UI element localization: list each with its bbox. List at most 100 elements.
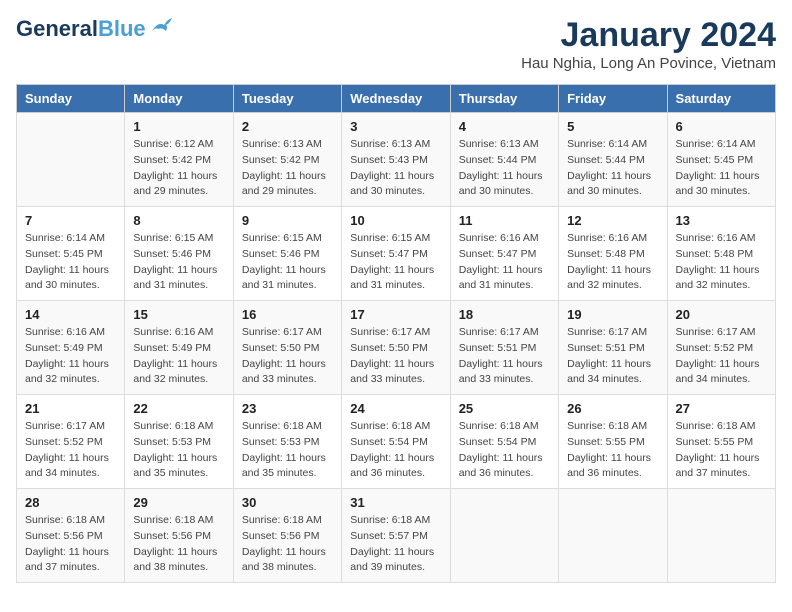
day-number: 24: [350, 401, 441, 416]
table-row: 5Sunrise: 6:14 AM Sunset: 5:44 PM Daylig…: [559, 113, 667, 207]
day-number: 28: [25, 495, 116, 510]
day-number: 17: [350, 307, 441, 322]
table-row: 15Sunrise: 6:16 AM Sunset: 5:49 PM Dayli…: [125, 301, 233, 395]
day-info: Sunrise: 6:18 AM Sunset: 5:53 PM Dayligh…: [242, 419, 333, 482]
table-row: [17, 113, 125, 207]
day-info: Sunrise: 6:18 AM Sunset: 5:56 PM Dayligh…: [242, 513, 333, 576]
col-friday: Friday: [559, 85, 667, 113]
table-row: 16Sunrise: 6:17 AM Sunset: 5:50 PM Dayli…: [233, 301, 341, 395]
title-section: January 2024 Hau Nghia, Long An Povince,…: [521, 16, 776, 72]
table-row: [559, 489, 667, 583]
table-row: 9Sunrise: 6:15 AM Sunset: 5:46 PM Daylig…: [233, 207, 341, 301]
table-row: 7 Sunrise: 6:14 AM Sunset: 5:45 PM Daylig…: [17, 207, 125, 301]
day-info: Sunrise: 6:18 AM Sunset: 5:56 PM Dayligh…: [25, 513, 116, 576]
table-row: 31 Sunrise: 6:18 AM Sunset: 5:57 PM Dayli…: [342, 489, 450, 583]
table-row: 1 Sunrise: 6:12 AM Sunset: 5:42 PM Daylig…: [125, 113, 233, 207]
table-row: 3 Sunrise: 6:13 AM Sunset: 5:43 PM Daylig…: [342, 113, 450, 207]
day-number: 13: [676, 213, 767, 228]
day-info: Sunrise: 6:18 AM Sunset: 5:53 PM Dayligh…: [133, 419, 224, 482]
day-info: Sunrise: 6:18 AM Sunset: 5:56 PM Dayligh…: [133, 513, 224, 576]
day-info: Sunrise: 6:16 AM Sunset: 5:48 PM Dayligh…: [676, 231, 767, 294]
day-info: Sunrise: 6:18 AM Sunset: 5:57 PM Dayligh…: [350, 513, 441, 576]
day-info: Sunrise: 6:17 AM Sunset: 5:50 PM Dayligh…: [242, 325, 333, 388]
table-row: 10Sunrise: 6:15 AM Sunset: 5:47 PM Dayli…: [342, 207, 450, 301]
day-number: 31: [350, 495, 441, 510]
day-info: Sunrise: 6:18 AM Sunset: 5:55 PM Dayligh…: [676, 419, 767, 482]
day-number: 12: [567, 213, 658, 228]
day-info: Sunrise: 6:14 AM Sunset: 5:45 PM Dayligh…: [25, 231, 116, 294]
calendar-subtitle: Hau Nghia, Long An Povince, Vietnam: [521, 55, 776, 72]
day-info: Sunrise: 6:13 AM Sunset: 5:44 PM Dayligh…: [459, 137, 550, 200]
day-info: Sunrise: 6:15 AM Sunset: 5:46 PM Dayligh…: [133, 231, 224, 294]
day-number: 22: [133, 401, 224, 416]
day-info: Sunrise: 6:18 AM Sunset: 5:54 PM Dayligh…: [459, 419, 550, 482]
day-number: 1: [133, 119, 224, 134]
table-row: 11Sunrise: 6:16 AM Sunset: 5:47 PM Dayli…: [450, 207, 558, 301]
table-row: 28 Sunrise: 6:18 AM Sunset: 5:56 PM Dayli…: [17, 489, 125, 583]
day-info: Sunrise: 6:14 AM Sunset: 5:44 PM Dayligh…: [567, 137, 658, 200]
table-row: 12 Sunrise: 6:16 AM Sunset: 5:48 PM Dayli…: [559, 207, 667, 301]
table-row: 19 Sunrise: 6:17 AM Sunset: 5:51 PM Dayli…: [559, 301, 667, 395]
page-header: GeneralBlue January 2024 Hau Nghia, Long…: [16, 16, 776, 72]
table-row: 13 Sunrise: 6:16 AM Sunset: 5:48 PM Dayli…: [667, 207, 775, 301]
day-number: 3: [350, 119, 441, 134]
day-number: 29: [133, 495, 224, 510]
day-number: 18: [459, 307, 550, 322]
table-row: 20Sunrise: 6:17 AM Sunset: 5:52 PM Dayli…: [667, 301, 775, 395]
day-number: 27: [676, 401, 767, 416]
table-row: 2Sunrise: 6:13 AM Sunset: 5:42 PM Daylig…: [233, 113, 341, 207]
day-info: Sunrise: 6:17 AM Sunset: 5:50 PM Dayligh…: [350, 325, 441, 388]
col-wednesday: Wednesday: [342, 85, 450, 113]
table-row: 6Sunrise: 6:14 AM Sunset: 5:45 PM Daylig…: [667, 113, 775, 207]
day-number: 6: [676, 119, 767, 134]
table-row: 30 Sunrise: 6:18 AM Sunset: 5:56 PM Dayli…: [233, 489, 341, 583]
calendar-week-row: 21Sunrise: 6:17 AM Sunset: 5:52 PM Dayli…: [17, 395, 776, 489]
col-saturday: Saturday: [667, 85, 775, 113]
col-sunday: Sunday: [17, 85, 125, 113]
table-row: 26 Sunrise: 6:18 AM Sunset: 5:55 PM Dayli…: [559, 395, 667, 489]
logo: GeneralBlue: [16, 16, 172, 42]
table-row: 14Sunrise: 6:16 AM Sunset: 5:49 PM Dayli…: [17, 301, 125, 395]
day-info: Sunrise: 6:17 AM Sunset: 5:52 PM Dayligh…: [25, 419, 116, 482]
day-number: 20: [676, 307, 767, 322]
col-thursday: Thursday: [450, 85, 558, 113]
logo-bird-icon: [150, 17, 172, 35]
day-number: 15: [133, 307, 224, 322]
table-row: 27 Sunrise: 6:18 AM Sunset: 5:55 PM Dayli…: [667, 395, 775, 489]
day-info: Sunrise: 6:16 AM Sunset: 5:49 PM Dayligh…: [25, 325, 116, 388]
day-info: Sunrise: 6:13 AM Sunset: 5:43 PM Dayligh…: [350, 137, 441, 200]
day-number: 19: [567, 307, 658, 322]
calendar-header-row: Sunday Monday Tuesday Wednesday Thursday…: [17, 85, 776, 113]
logo-text: GeneralBlue: [16, 16, 146, 42]
table-row: 25 Sunrise: 6:18 AM Sunset: 5:54 PM Dayli…: [450, 395, 558, 489]
calendar-table: Sunday Monday Tuesday Wednesday Thursday…: [16, 84, 776, 583]
calendar-title: January 2024: [521, 16, 776, 55]
day-number: 25: [459, 401, 550, 416]
day-number: 30: [242, 495, 333, 510]
day-number: 4: [459, 119, 550, 134]
col-monday: Monday: [125, 85, 233, 113]
day-info: Sunrise: 6:17 AM Sunset: 5:51 PM Dayligh…: [459, 325, 550, 388]
day-info: Sunrise: 6:16 AM Sunset: 5:48 PM Dayligh…: [567, 231, 658, 294]
day-info: Sunrise: 6:17 AM Sunset: 5:51 PM Dayligh…: [567, 325, 658, 388]
table-row: 18 Sunrise: 6:17 AM Sunset: 5:51 PM Dayli…: [450, 301, 558, 395]
day-info: Sunrise: 6:12 AM Sunset: 5:42 PM Dayligh…: [133, 137, 224, 200]
day-number: 9: [242, 213, 333, 228]
day-info: Sunrise: 6:13 AM Sunset: 5:42 PM Dayligh…: [242, 137, 333, 200]
day-info: Sunrise: 6:16 AM Sunset: 5:47 PM Dayligh…: [459, 231, 550, 294]
day-number: 10: [350, 213, 441, 228]
calendar-week-row: 28 Sunrise: 6:18 AM Sunset: 5:56 PM Dayli…: [17, 489, 776, 583]
day-info: Sunrise: 6:18 AM Sunset: 5:55 PM Dayligh…: [567, 419, 658, 482]
table-row: 8 Sunrise: 6:15 AM Sunset: 5:46 PM Daylig…: [125, 207, 233, 301]
calendar-week-row: 7 Sunrise: 6:14 AM Sunset: 5:45 PM Daylig…: [17, 207, 776, 301]
day-info: Sunrise: 6:18 AM Sunset: 5:54 PM Dayligh…: [350, 419, 441, 482]
calendar-week-row: 1 Sunrise: 6:12 AM Sunset: 5:42 PM Daylig…: [17, 113, 776, 207]
day-number: 8: [133, 213, 224, 228]
table-row: 29 Sunrise: 6:18 AM Sunset: 5:56 PM Dayli…: [125, 489, 233, 583]
table-row: 23Sunrise: 6:18 AM Sunset: 5:53 PM Dayli…: [233, 395, 341, 489]
day-number: 7: [25, 213, 116, 228]
table-row: 17 Sunrise: 6:17 AM Sunset: 5:50 PM Dayli…: [342, 301, 450, 395]
day-number: 26: [567, 401, 658, 416]
table-row: 4 Sunrise: 6:13 AM Sunset: 5:44 PM Daylig…: [450, 113, 558, 207]
table-row: 24 Sunrise: 6:18 AM Sunset: 5:54 PM Dayli…: [342, 395, 450, 489]
